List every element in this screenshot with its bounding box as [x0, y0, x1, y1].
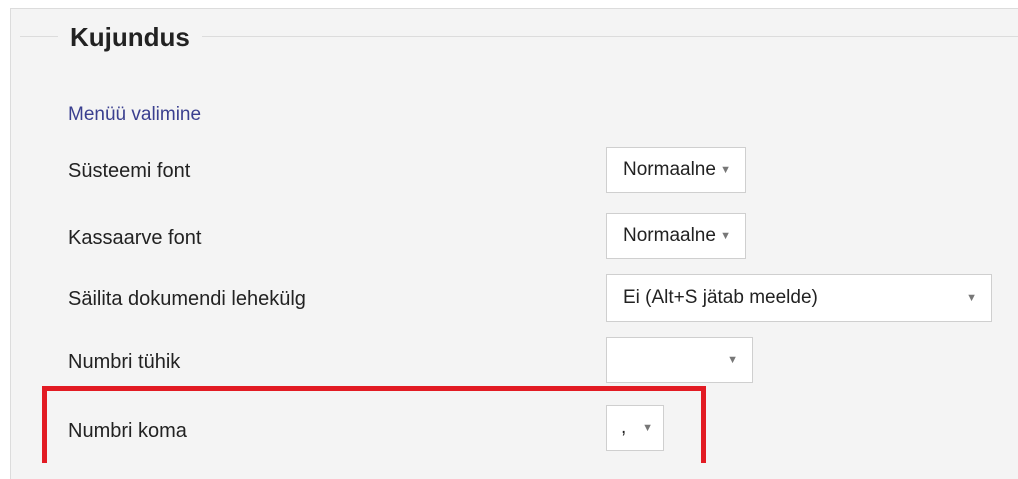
system-font-select[interactable]: Normaalne ▼: [606, 147, 746, 193]
system-font-label: Süsteemi font: [68, 160, 191, 182]
receipt-font-select[interactable]: Normaalne ▼: [606, 213, 746, 259]
chevron-down-icon: ▼: [720, 164, 731, 176]
keep-page-label: Säilita dokumendi lehekülg: [68, 288, 306, 310]
chevron-down-icon: ▼: [727, 354, 738, 366]
highlight-box: [42, 386, 706, 463]
keep-page-value: Ei (Alt+S jätab meelde): [623, 287, 818, 308]
section-title: Kujundus: [58, 20, 202, 54]
keep-page-select[interactable]: Ei (Alt+S jätab meelde) ▼: [606, 274, 992, 322]
chevron-down-icon: ▼: [966, 292, 977, 304]
receipt-font-label: Kassaarve font: [68, 227, 202, 249]
system-font-value: Normaalne: [623, 159, 716, 180]
chevron-down-icon: ▼: [720, 230, 731, 242]
menu-select-link[interactable]: Menüü valimine: [68, 104, 201, 126]
receipt-font-value: Normaalne: [623, 225, 716, 246]
number-space-label: Numbri tühik: [68, 351, 181, 373]
number-space-select[interactable]: ▼: [606, 337, 753, 383]
